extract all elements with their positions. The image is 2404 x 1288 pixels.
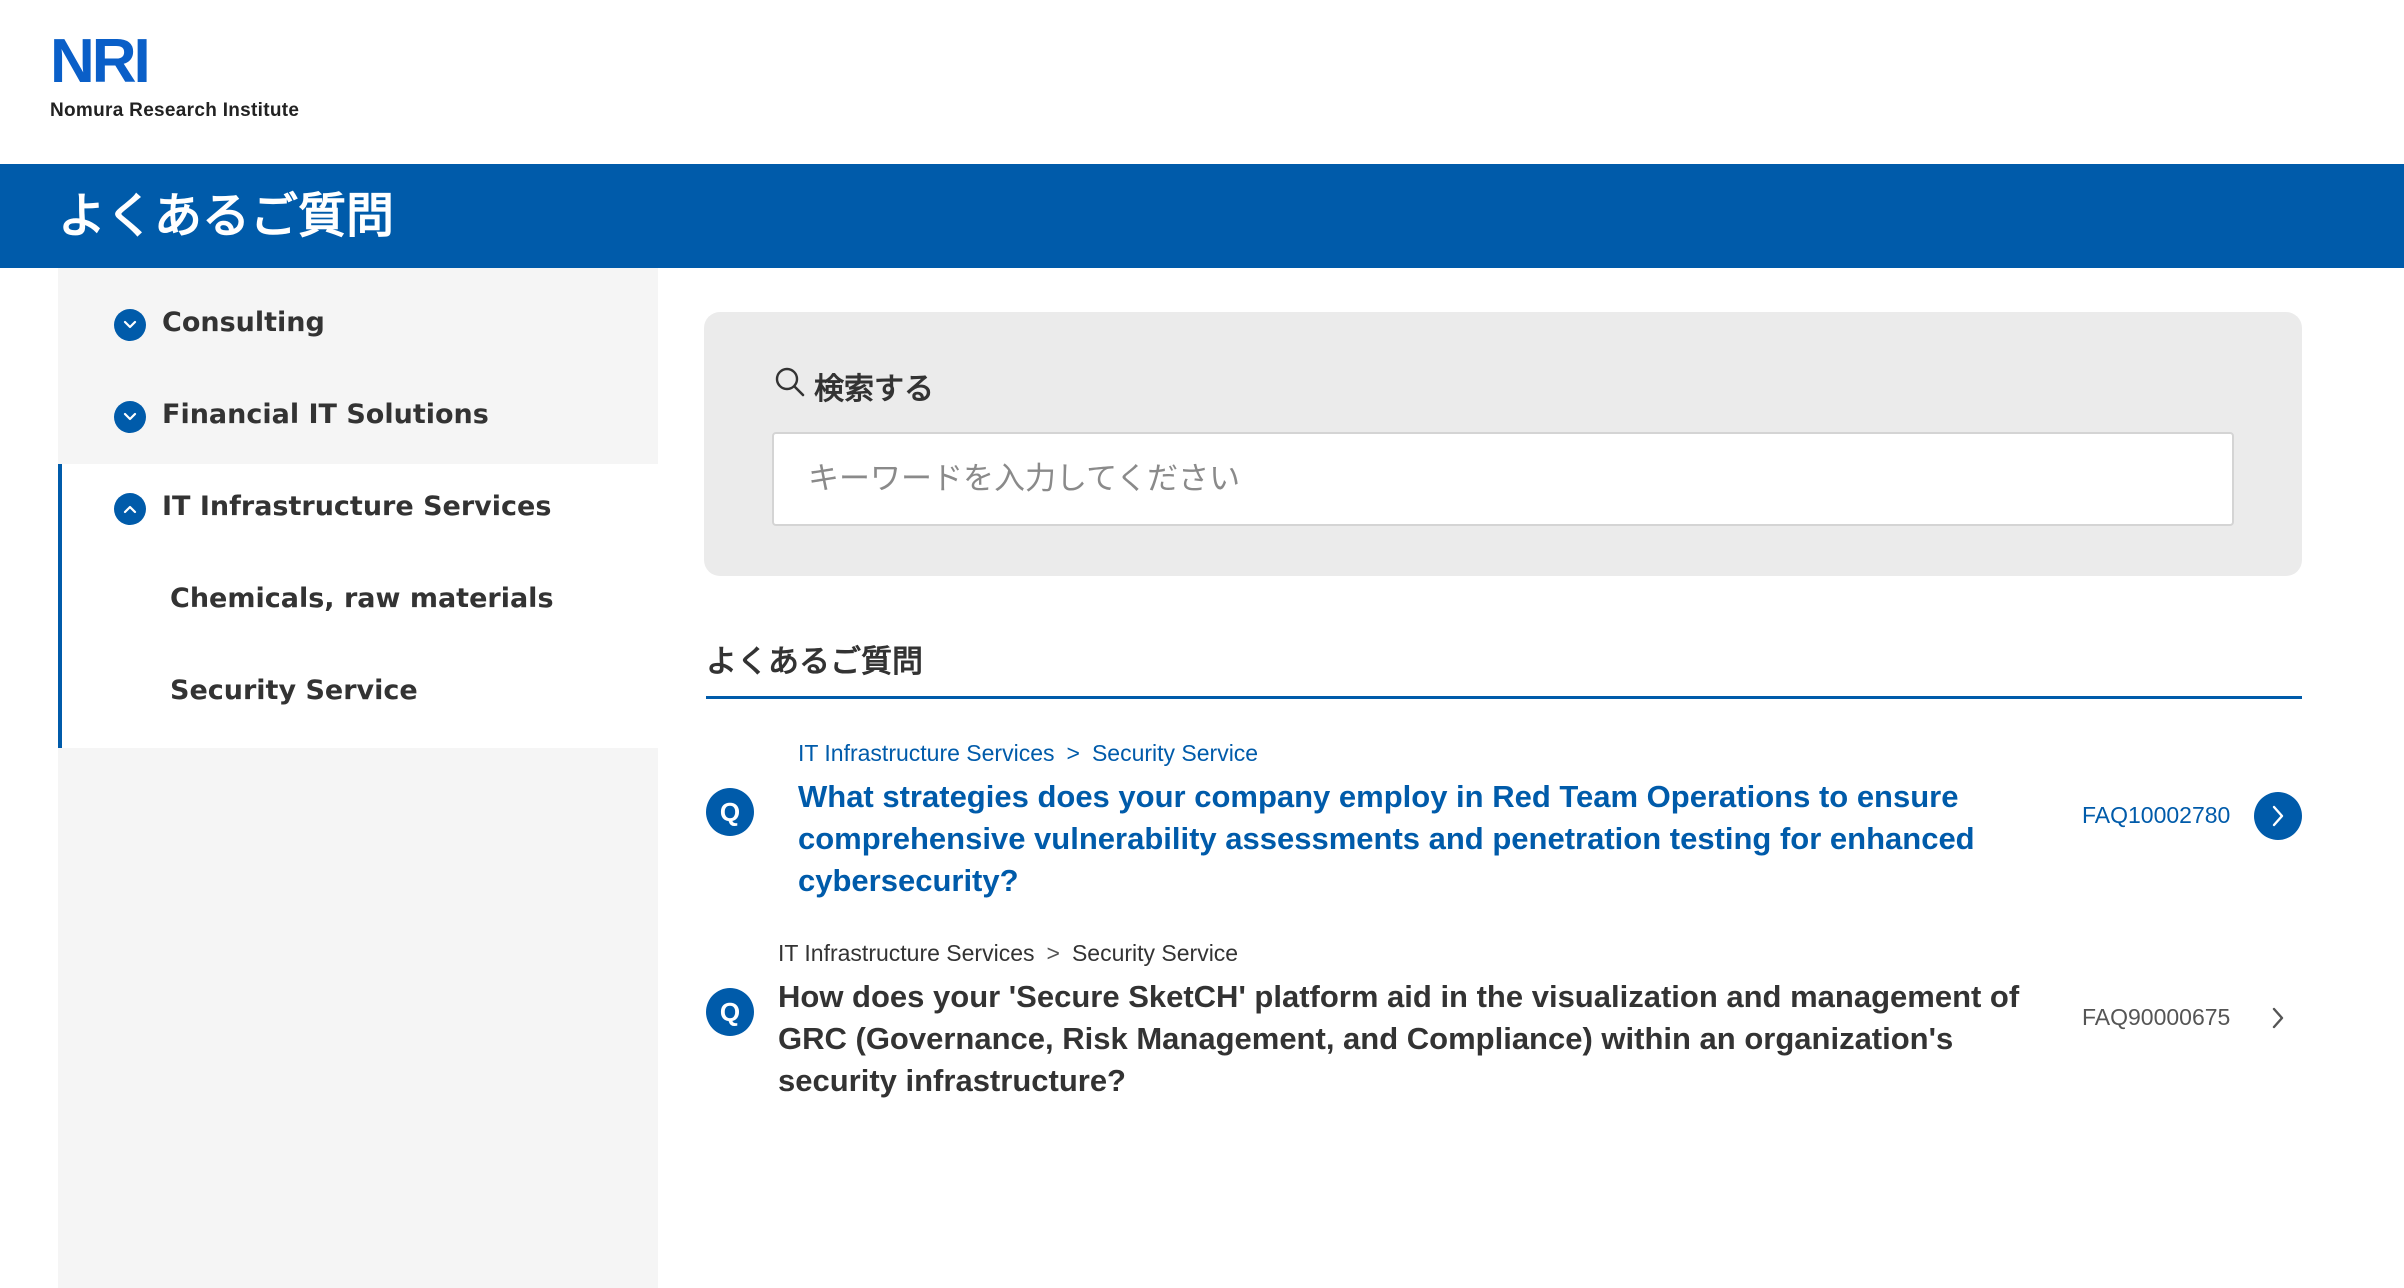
breadcrumb-separator: > bbox=[1046, 940, 1060, 966]
breadcrumb-category[interactable]: IT Infrastructure Services bbox=[778, 940, 1035, 966]
category-sidebar: Consulting Financial IT Solutions IT Inf… bbox=[58, 268, 658, 1288]
faq-list-item[interactable]: Q IT Infrastructure Services > Security Se… bbox=[706, 736, 2302, 906]
search-input[interactable] bbox=[772, 432, 2234, 526]
search-panel: 検索する bbox=[704, 312, 2302, 576]
search-title: 検索する bbox=[814, 372, 934, 407]
faq-divider bbox=[706, 696, 2302, 699]
nri-logo[interactable]: NRI Nomura Research Institute bbox=[50, 27, 300, 122]
logo-subtitle: Nomura Research Institute bbox=[50, 100, 300, 121]
sidebar-item-label: Financial IT Solutions bbox=[162, 399, 489, 430]
chevron-right-icon[interactable] bbox=[2254, 994, 2302, 1042]
subcategory-security-service[interactable]: Security Service bbox=[170, 675, 418, 706]
logo-mark: NRI bbox=[50, 27, 151, 96]
breadcrumb-category[interactable]: IT Infrastructure Services bbox=[798, 740, 1055, 766]
chevron-down-icon bbox=[114, 401, 146, 433]
sidebar-item-label: Consulting bbox=[162, 307, 325, 338]
chevron-right-icon[interactable] bbox=[2254, 792, 2302, 840]
faq-list-item[interactable]: Q IT Infrastructure Services > Security Se… bbox=[706, 936, 2302, 1106]
site-header: NRI Nomura Research Institute bbox=[0, 0, 2404, 164]
question-badge: Q bbox=[706, 788, 754, 836]
faq-section-heading: よくあるご質問 bbox=[706, 644, 923, 680]
title-band: よくあるご質問 bbox=[0, 164, 2404, 268]
page-title: よくあるご質問 bbox=[58, 188, 395, 244]
sidebar-item-financial-it-solutions[interactable]: Financial IT Solutions bbox=[58, 372, 658, 464]
sidebar-item-label: IT Infrastructure Services bbox=[162, 491, 552, 522]
breadcrumb-subcategory[interactable]: Security Service bbox=[1072, 940, 1238, 966]
faq-question[interactable]: How does your 'Secure SketCH' platform a… bbox=[778, 976, 2048, 1102]
subcategory-chemicals[interactable]: Chemicals, raw materials bbox=[170, 583, 554, 614]
faq-id: FAQ90000675 bbox=[2082, 1004, 2231, 1030]
search-icon bbox=[775, 367, 805, 397]
sidebar-item-it-infrastructure-services[interactable]: IT Infrastructure Services bbox=[58, 464, 658, 556]
faq-id: FAQ10002780 bbox=[2082, 802, 2231, 828]
subcategory-list: Chemicals, raw materials Security Servic… bbox=[58, 556, 658, 748]
faq-breadcrumb: IT Infrastructure Services > Security Serv… bbox=[798, 740, 1258, 767]
chevron-down-icon bbox=[114, 309, 146, 341]
breadcrumb-separator: > bbox=[1066, 740, 1080, 766]
chevron-up-icon bbox=[114, 493, 146, 525]
sidebar-item-consulting[interactable]: Consulting bbox=[58, 280, 658, 372]
breadcrumb-subcategory[interactable]: Security Service bbox=[1092, 740, 1258, 766]
faq-breadcrumb: IT Infrastructure Services > Security Serv… bbox=[778, 940, 1238, 967]
faq-question[interactable]: What strategies does your company employ… bbox=[798, 776, 2038, 902]
question-badge: Q bbox=[706, 988, 754, 1036]
